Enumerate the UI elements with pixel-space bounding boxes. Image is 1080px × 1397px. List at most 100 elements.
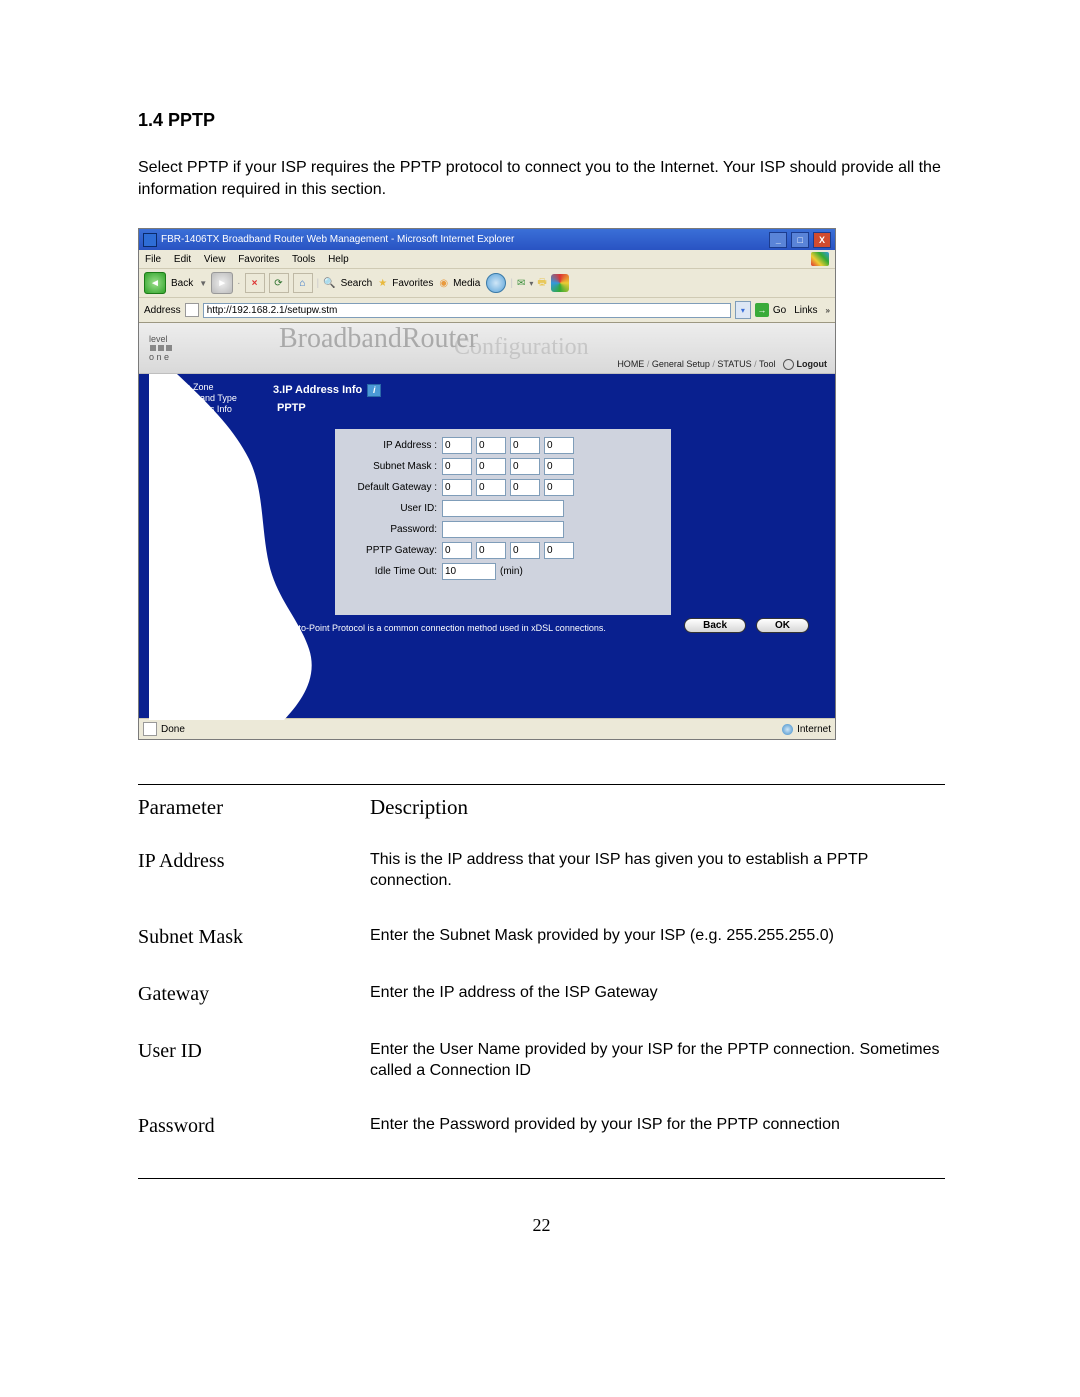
ip-octet2[interactable] [476, 437, 506, 454]
maximize-button[interactable]: □ [791, 232, 809, 248]
pptp-octet1[interactable] [442, 542, 472, 559]
minimize-button[interactable]: _ [769, 232, 787, 248]
address-label: Address [144, 305, 181, 316]
search-label[interactable]: Search [341, 278, 373, 289]
browser-window: FBR-1406TX Broadband Router Web Manageme… [138, 228, 836, 740]
separator [138, 1178, 945, 1179]
status-zone: Internet [797, 724, 831, 735]
favorites-label[interactable]: Favorites [392, 278, 433, 289]
page-viewport: level o n e BroadbandRouter Configuratio… [139, 323, 835, 718]
param-desc: Enter the Subnet Mask provided by your I… [370, 926, 945, 983]
circle-icon [149, 383, 158, 392]
address-input[interactable] [203, 303, 731, 318]
ip-octet4[interactable] [544, 437, 574, 454]
page-icon [143, 722, 157, 736]
router-header: level o n e BroadbandRouter Configuratio… [139, 323, 835, 374]
go-label[interactable]: Go [773, 305, 786, 316]
back-label[interactable]: Back [171, 278, 193, 289]
pptp-octet3[interactable] [510, 542, 540, 559]
breadcrumb: HOME / General Setup / STATUS / Tool Log… [617, 359, 827, 370]
gw-octet4[interactable] [544, 479, 574, 496]
gw-octet3[interactable] [510, 479, 540, 496]
gw-octet1[interactable] [442, 479, 472, 496]
ok-button[interactable]: OK [756, 618, 809, 633]
label-subnet: Subnet Mask : [345, 461, 442, 472]
stop-icon[interactable]: × [245, 273, 265, 293]
menu-bar: File Edit View Favorites Tools Help [139, 250, 835, 269]
param-name: Password [138, 1115, 370, 1152]
logout-icon[interactable] [783, 359, 794, 370]
toolbar: ◄ Back ▼ ► · × ⟳ ⌂ | 🔍 Search ★ Favorite… [139, 269, 835, 298]
search-icon[interactable]: 🔍 [323, 274, 335, 292]
menu-view[interactable]: View [204, 254, 226, 265]
crumb-logout[interactable]: Logout [797, 359, 828, 369]
userid-input[interactable] [442, 500, 564, 517]
param-name: IP Address [138, 850, 370, 926]
crumb-home[interactable]: HOME [617, 359, 644, 369]
pptp-octet2[interactable] [476, 542, 506, 559]
go-icon[interactable]: → [755, 303, 769, 317]
internet-zone-icon [782, 724, 793, 735]
address-dropdown-icon[interactable]: ▾ [735, 301, 751, 319]
ie-icon [143, 233, 157, 247]
close-button[interactable]: X [813, 232, 831, 248]
status-bar: Done Internet [139, 718, 835, 739]
ip-octet3[interactable] [510, 437, 540, 454]
menu-tools[interactable]: Tools [292, 254, 315, 265]
sidebar-item-timezone[interactable]: 1. Time Zone [149, 382, 245, 392]
sidebar-item-ipaddress[interactable]: 3. IP Address Info [149, 404, 245, 414]
links-label[interactable]: Links [790, 305, 821, 316]
sub-heading-pptp: PPTP [277, 402, 835, 414]
param-desc: Enter the User Name provided by your ISP… [370, 1040, 945, 1116]
info-icon[interactable]: i [367, 384, 381, 397]
messenger-icon[interactable] [551, 274, 569, 292]
window-title: FBR-1406TX Broadband Router Web Manageme… [161, 234, 514, 245]
media-icon[interactable]: ◉ [439, 274, 448, 292]
section-heading: 1.4 PPTP [138, 110, 945, 131]
idle-timeout-input[interactable] [442, 563, 496, 580]
back-button[interactable]: Back [684, 618, 746, 633]
crumb-status[interactable]: STATUS [717, 359, 751, 369]
history-icon[interactable] [486, 273, 506, 293]
menu-help[interactable]: Help [328, 254, 349, 265]
password-input[interactable] [442, 521, 564, 538]
pptp-octet4[interactable] [544, 542, 574, 559]
sidebar-item-broadband[interactable]: 2. Broadband Type [149, 393, 245, 403]
refresh-icon[interactable]: ⟳ [269, 273, 289, 293]
print-icon[interactable]: 🖶 [537, 274, 546, 292]
param-desc: Enter the Password provided by your ISP … [370, 1115, 945, 1152]
router-content: 3.IP Address Info i PPTP IP Address : [245, 374, 835, 718]
param-name: User ID [138, 1040, 370, 1116]
page-icon [185, 303, 199, 317]
header-parameter: Parameter [138, 795, 370, 850]
section-title: 3.IP Address Info [273, 384, 362, 396]
gw-octet2[interactable] [476, 479, 506, 496]
circle-icon [149, 394, 158, 403]
menu-edit[interactable]: Edit [174, 254, 191, 265]
back-icon[interactable]: ◄ [144, 272, 166, 294]
subnet-octet3[interactable] [510, 458, 540, 475]
ip-octet1[interactable] [442, 437, 472, 454]
mail-icon[interactable]: ✉ [517, 274, 525, 292]
wizard-sidebar: 1. Time Zone 2. Broadband Type 3. IP Add… [139, 374, 245, 718]
param-desc: Enter the IP address of the ISP Gateway [370, 983, 945, 1040]
favorites-icon[interactable]: ★ [378, 274, 387, 292]
forward-icon[interactable]: ► [211, 272, 233, 294]
menu-file[interactable]: File [145, 254, 161, 265]
form-panel: IP Address : Subnet Mask : [335, 429, 671, 615]
windows-flag-icon [811, 252, 829, 266]
brand-logo: level o n e [149, 335, 173, 362]
param-name: Gateway [138, 983, 370, 1040]
menu-favorites[interactable]: Favorites [238, 254, 279, 265]
address-bar: Address ▾ → Go Links » [139, 298, 835, 323]
media-label[interactable]: Media [453, 278, 480, 289]
parameter-table: Parameter Description IP Address This is… [138, 795, 945, 1152]
crumb-tool[interactable]: Tool [759, 359, 776, 369]
home-icon[interactable]: ⌂ [293, 273, 313, 293]
crumb-general-setup[interactable]: General Setup [652, 359, 710, 369]
idle-unit: (min) [500, 566, 523, 577]
subnet-octet1[interactable] [442, 458, 472, 475]
subnet-octet4[interactable] [544, 458, 574, 475]
subnet-octet2[interactable] [476, 458, 506, 475]
page-number: 22 [138, 1215, 945, 1236]
